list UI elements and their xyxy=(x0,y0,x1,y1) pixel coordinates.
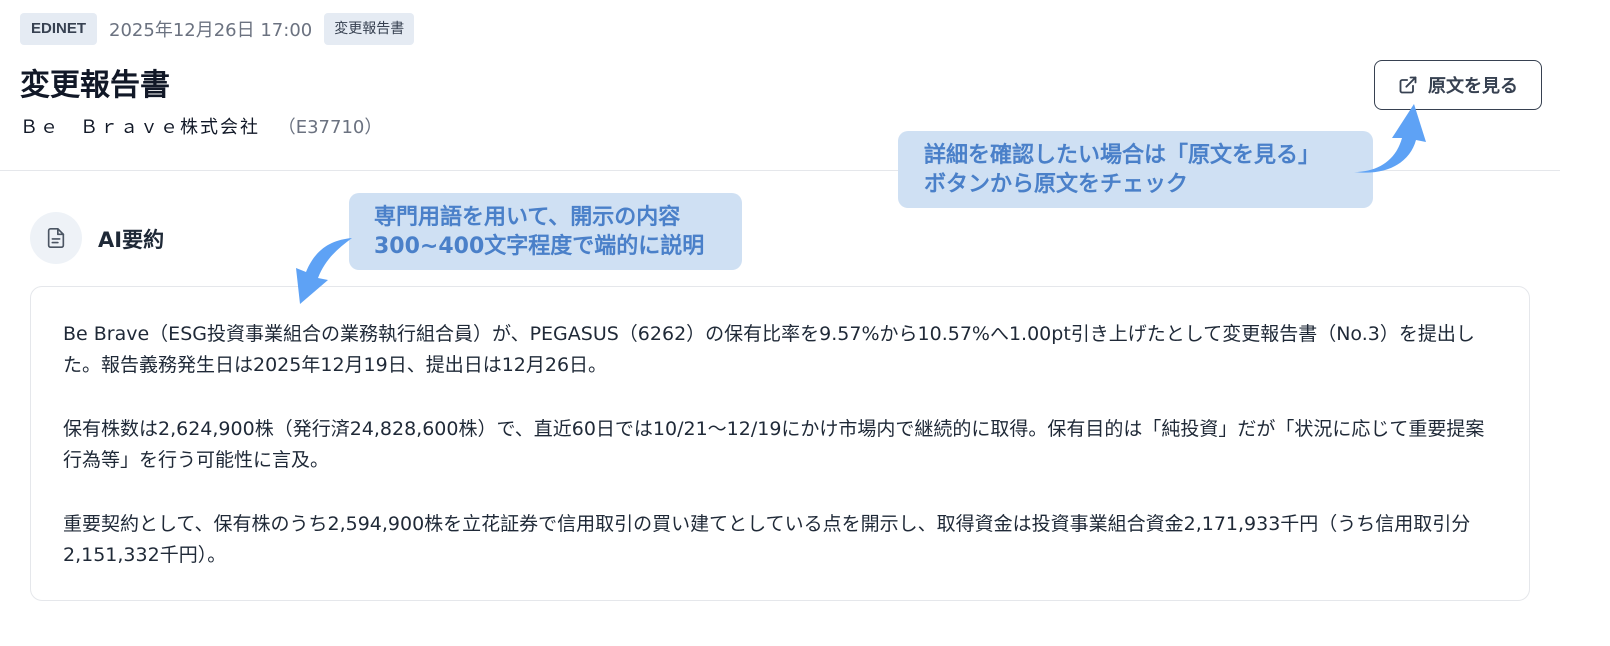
ai-summary-card: Be Brave（ESG投資事業組合の業務執行組合員）が、PEGASUS（626… xyxy=(30,286,1530,601)
callout-line: 300~400文字程度で端的に説明 xyxy=(374,234,705,259)
summary-paragraph: 重要契約として、保有株のうち2,594,900株を立花証券で信用取引の買い建てと… xyxy=(63,513,1471,566)
summary-paragraph: Be Brave（ESG投資事業組合の業務執行組合員）が、PEGASUS（626… xyxy=(63,323,1475,376)
page-title: 変更報告書 xyxy=(20,68,170,103)
meta-row: EDINET 2025年12月26日 17:00 変更報告書 xyxy=(20,13,415,45)
page: EDINET 2025年12月26日 17:00 変更報告書 変更報告書 Ｂｅ … xyxy=(0,0,1610,646)
curved-arrow-icon xyxy=(1354,104,1426,173)
ai-summary-title: AI要約 xyxy=(98,228,165,252)
external-link-icon xyxy=(1399,76,1417,94)
summary-explanation-callout: 専門用語を用いて、開示の内容 300~400文字程度で端的に説明 xyxy=(349,193,742,270)
open-original-label: 原文を見る xyxy=(1428,76,1518,97)
company-row: Ｂｅ Ｂｒａｖｅ株式会社 （E37710） xyxy=(20,113,382,139)
ai-summary-icon-badge xyxy=(30,212,82,264)
original-button-callout: 詳細を確認したい場合は「原文を見る」 ボタンから原文をチェック xyxy=(898,131,1373,208)
company-name: Ｂｅ Ｂｒａｖｅ株式会社 xyxy=(20,117,260,138)
callout-line: 詳細を確認したい場合は「原文を見る」 xyxy=(924,143,1321,168)
document-type-badge: 変更報告書 xyxy=(324,13,415,45)
filing-datetime: 2025年12月26日 17:00 xyxy=(109,20,313,41)
callout-line: ボタンから原文をチェック xyxy=(924,172,1189,197)
callout-line: 専門用語を用いて、開示の内容 xyxy=(374,205,681,230)
curved-arrow-icon xyxy=(296,238,352,304)
summary-paragraph: 保有株数は2,624,900株（発行済24,828,600株）で、直近60日では… xyxy=(63,418,1485,471)
source-badge: EDINET xyxy=(20,13,98,45)
company-code: （E37710） xyxy=(277,117,383,138)
document-icon xyxy=(47,228,65,248)
